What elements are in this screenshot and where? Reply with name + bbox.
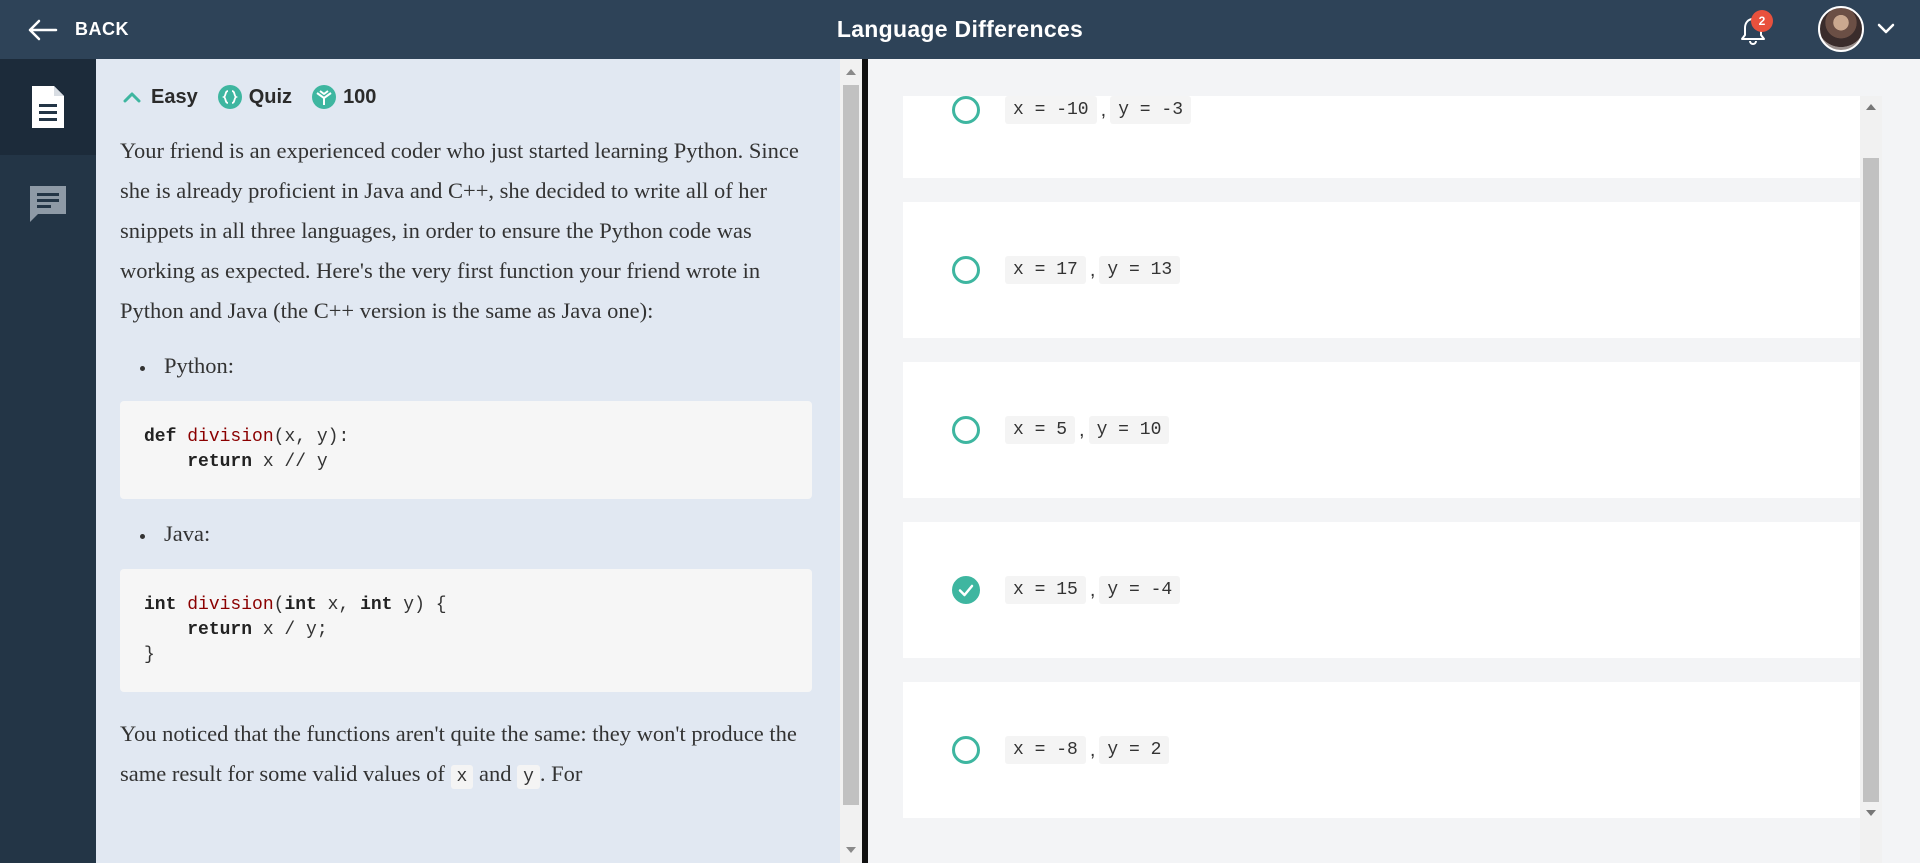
task-type-label: Quiz [248, 85, 293, 108]
task-description-pane: Easy Quiz 100 Your friend is an experien… [96, 59, 842, 863]
java-code-block: int division(int x, int y) { return x / … [120, 569, 812, 692]
notifications-button[interactable]: 2 [1734, 10, 1774, 50]
task-points: 100 [312, 85, 376, 109]
quiz-icon [217, 85, 242, 109]
chevron-up-icon [123, 92, 141, 103]
answer-option[interactable]: x = 5,y = 10 [903, 362, 1860, 498]
option-x-value: x = -8 [1005, 736, 1086, 764]
inline-code-y: y [517, 765, 540, 789]
option-separator: , [1089, 258, 1096, 281]
scroll-down-arrow[interactable] [846, 847, 856, 853]
left-scrollbar[interactable] [840, 59, 862, 863]
option-separator: , [1089, 578, 1096, 601]
python-code-block: def division(x, y): return x // y [120, 401, 812, 499]
option-y-value: y = 2 [1099, 736, 1170, 764]
points-label: 100 [343, 85, 377, 108]
avatar [1818, 6, 1864, 52]
option-y-value: y = -4 [1099, 576, 1181, 604]
radio-button[interactable] [952, 256, 980, 284]
option-x-value: x = -10 [1005, 96, 1097, 124]
task-content: Easy Quiz 100 Your friend is an experien… [120, 59, 812, 797]
rail-item-description[interactable] [0, 59, 96, 155]
right-scrollbar[interactable] [1860, 96, 1882, 863]
rail-item-comments[interactable] [0, 155, 96, 251]
difficulty-label: Easy [151, 85, 198, 108]
radio-button[interactable] [952, 736, 980, 764]
option-x-value: x = 15 [1005, 576, 1086, 604]
scroll-up-arrow[interactable] [846, 69, 856, 75]
scroll-thumb[interactable] [1863, 158, 1879, 802]
scroll-up-arrow[interactable] [1866, 104, 1876, 110]
task-outro: You noticed that the functions aren't qu… [120, 721, 797, 789]
task-type: Quiz [217, 85, 293, 109]
option-y-value: y = 13 [1099, 256, 1181, 284]
difficulty-toggle[interactable]: Easy [120, 85, 198, 109]
radio-button[interactable] [952, 96, 980, 124]
answer-option[interactable]: x = -10, y = -3 [903, 96, 1860, 178]
radio-button-checked[interactable] [952, 576, 980, 604]
task-meta: Easy Quiz 100 [120, 59, 812, 131]
option-y-value: y = 10 [1088, 416, 1170, 444]
answer-option[interactable]: x = -8, y = 2 [903, 682, 1860, 818]
scroll-down-arrow[interactable] [1866, 810, 1876, 816]
left-rail [0, 59, 96, 863]
option-separator: , [1100, 98, 1107, 121]
option-y-value: y = -3 [1110, 96, 1191, 124]
answer-option[interactable]: x = 17, y = 13 [903, 202, 1860, 338]
option-separator: , [1089, 738, 1096, 761]
answer-option-selected[interactable]: x = 15, y = -4 [903, 522, 1860, 658]
top-bar: BACK Language Differences 2 [0, 0, 1920, 59]
document-icon [32, 86, 64, 128]
points-icon [312, 85, 337, 109]
java-label: Java: [164, 521, 211, 546]
profile-menu[interactable] [1818, 6, 1908, 52]
answers-pane: x = -10, y = -3 x = 17, y = 13 x = 5,y = 1… [868, 59, 1920, 863]
scroll-thumb[interactable] [843, 85, 859, 805]
option-x-value: x = 17 [1005, 256, 1086, 284]
option-separator: , [1079, 418, 1085, 441]
page-title: Language Differences [836, 16, 1084, 42]
option-x-value: x = 5 [1005, 416, 1076, 444]
chevron-down-icon [1877, 23, 1895, 34]
python-label: Python: [164, 353, 235, 378]
radio-button[interactable] [952, 416, 980, 444]
task-intro: Your friend is an experienced coder who … [120, 138, 799, 323]
check-icon [958, 584, 974, 597]
notification-badge: 2 [1751, 10, 1773, 32]
answer-options: x = -10, y = -3 x = 17, y = 13 x = 5,y = 1… [903, 96, 1860, 863]
comment-icon [30, 186, 66, 222]
inline-code-x: x [450, 765, 474, 789]
